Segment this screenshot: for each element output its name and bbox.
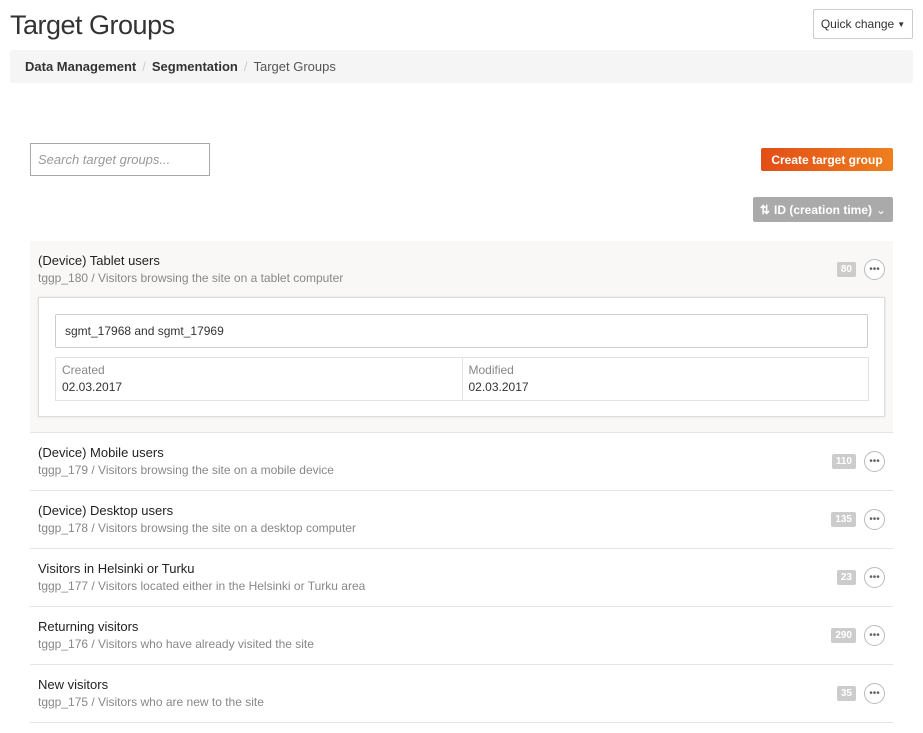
more-options-icon[interactable]: ••• (864, 683, 885, 704)
group-name[interactable]: (Device) Mobile users (38, 445, 885, 460)
sort-button[interactable]: ⇅ ID (creation time) ⌄ (753, 197, 893, 222)
condition-field: sgmt_17968 and sgmt_17969 (55, 314, 868, 348)
quick-change-label: Quick change (820, 17, 895, 31)
visitor-count-badge: 80 (836, 262, 856, 277)
breadcrumb-segmentation[interactable]: Segmentation (152, 59, 238, 74)
more-options-icon[interactable]: ••• (864, 567, 885, 588)
breadcrumb-current: Target Groups (253, 59, 336, 74)
group-description: tggp_175 / Visitors who are new to the s… (38, 695, 264, 709)
breadcrumb-separator: / (142, 59, 146, 74)
create-target-group-button[interactable]: Create target group (761, 148, 893, 171)
group-description: tggp_176 / Visitors who have already vis… (38, 637, 314, 651)
group-description: tggp_177 / Visitors located either in th… (38, 579, 366, 593)
group-description: tggp_179 / Visitors browsing the site on… (38, 463, 334, 477)
group-description: tggp_180 / Visitors browsing the site on… (38, 271, 344, 285)
caret-down-icon: ▼ (897, 19, 906, 29)
more-options-icon[interactable]: ••• (864, 625, 885, 646)
group-description: tggp_178 / Visitors browsing the site on… (38, 521, 356, 535)
breadcrumb: Data Management / Segmentation / Target Gr… (10, 50, 913, 83)
group-details: sgmt_17968 and sgmt_17969 Created 02.03.2… (38, 297, 885, 417)
target-group-item[interactable]: Visitors in Helsinki or Turku tggp_177 /… (30, 549, 893, 607)
created-date: 02.03.2017 (62, 380, 123, 394)
group-name[interactable]: (Device) Desktop users (38, 503, 885, 518)
target-group-item[interactable]: Returning visitors tggp_176 / Visitors w… (30, 607, 893, 665)
quick-change-button[interactable]: Quick change ▼ (813, 9, 913, 39)
modified-label: Modified (468, 363, 514, 377)
chevron-down-icon: ⌄ (876, 202, 887, 217)
target-group-item[interactable]: (Device) Mobile users tggp_179 / Visitor… (30, 433, 893, 491)
group-name[interactable]: Visitors in Helsinki or Turku (38, 561, 885, 576)
visitor-count-badge: 290 (831, 628, 856, 643)
breadcrumb-data-management[interactable]: Data Management (25, 59, 136, 74)
page-title: Target Groups (10, 10, 175, 40)
dates-table: Created 02.03.2017 Modified 02.03.2017 (55, 357, 869, 401)
target-group-list: (Device) Tablet users tggp_180 / Visitor… (30, 241, 893, 723)
group-name[interactable]: (Device) Tablet users (38, 253, 885, 268)
more-options-icon[interactable]: ••• (864, 451, 885, 472)
visitor-count-badge: 23 (836, 570, 856, 585)
visitor-count-badge: 135 (831, 512, 856, 527)
target-group-item[interactable]: (Device) Desktop users tggp_178 / Visito… (30, 491, 893, 549)
more-options-icon[interactable]: ••• (864, 509, 885, 530)
sort-label: ID (creation time) (773, 202, 872, 217)
group-name[interactable]: Returning visitors (38, 619, 885, 634)
sort-icon: ⇅ (759, 202, 770, 217)
target-group-item[interactable]: New visitors tggp_175 / Visitors who are… (30, 665, 893, 723)
modified-date: 02.03.2017 (468, 380, 529, 394)
visitor-count-badge: 35 (836, 686, 856, 701)
created-label: Created (62, 363, 105, 377)
more-options-icon[interactable]: ••• (864, 259, 885, 280)
target-group-item[interactable]: (Device) Tablet users tggp_180 / Visitor… (30, 241, 893, 433)
breadcrumb-separator: / (243, 59, 248, 74)
group-name[interactable]: New visitors (38, 677, 885, 692)
visitor-count-badge: 110 (831, 454, 856, 469)
search-input[interactable] (30, 143, 210, 176)
